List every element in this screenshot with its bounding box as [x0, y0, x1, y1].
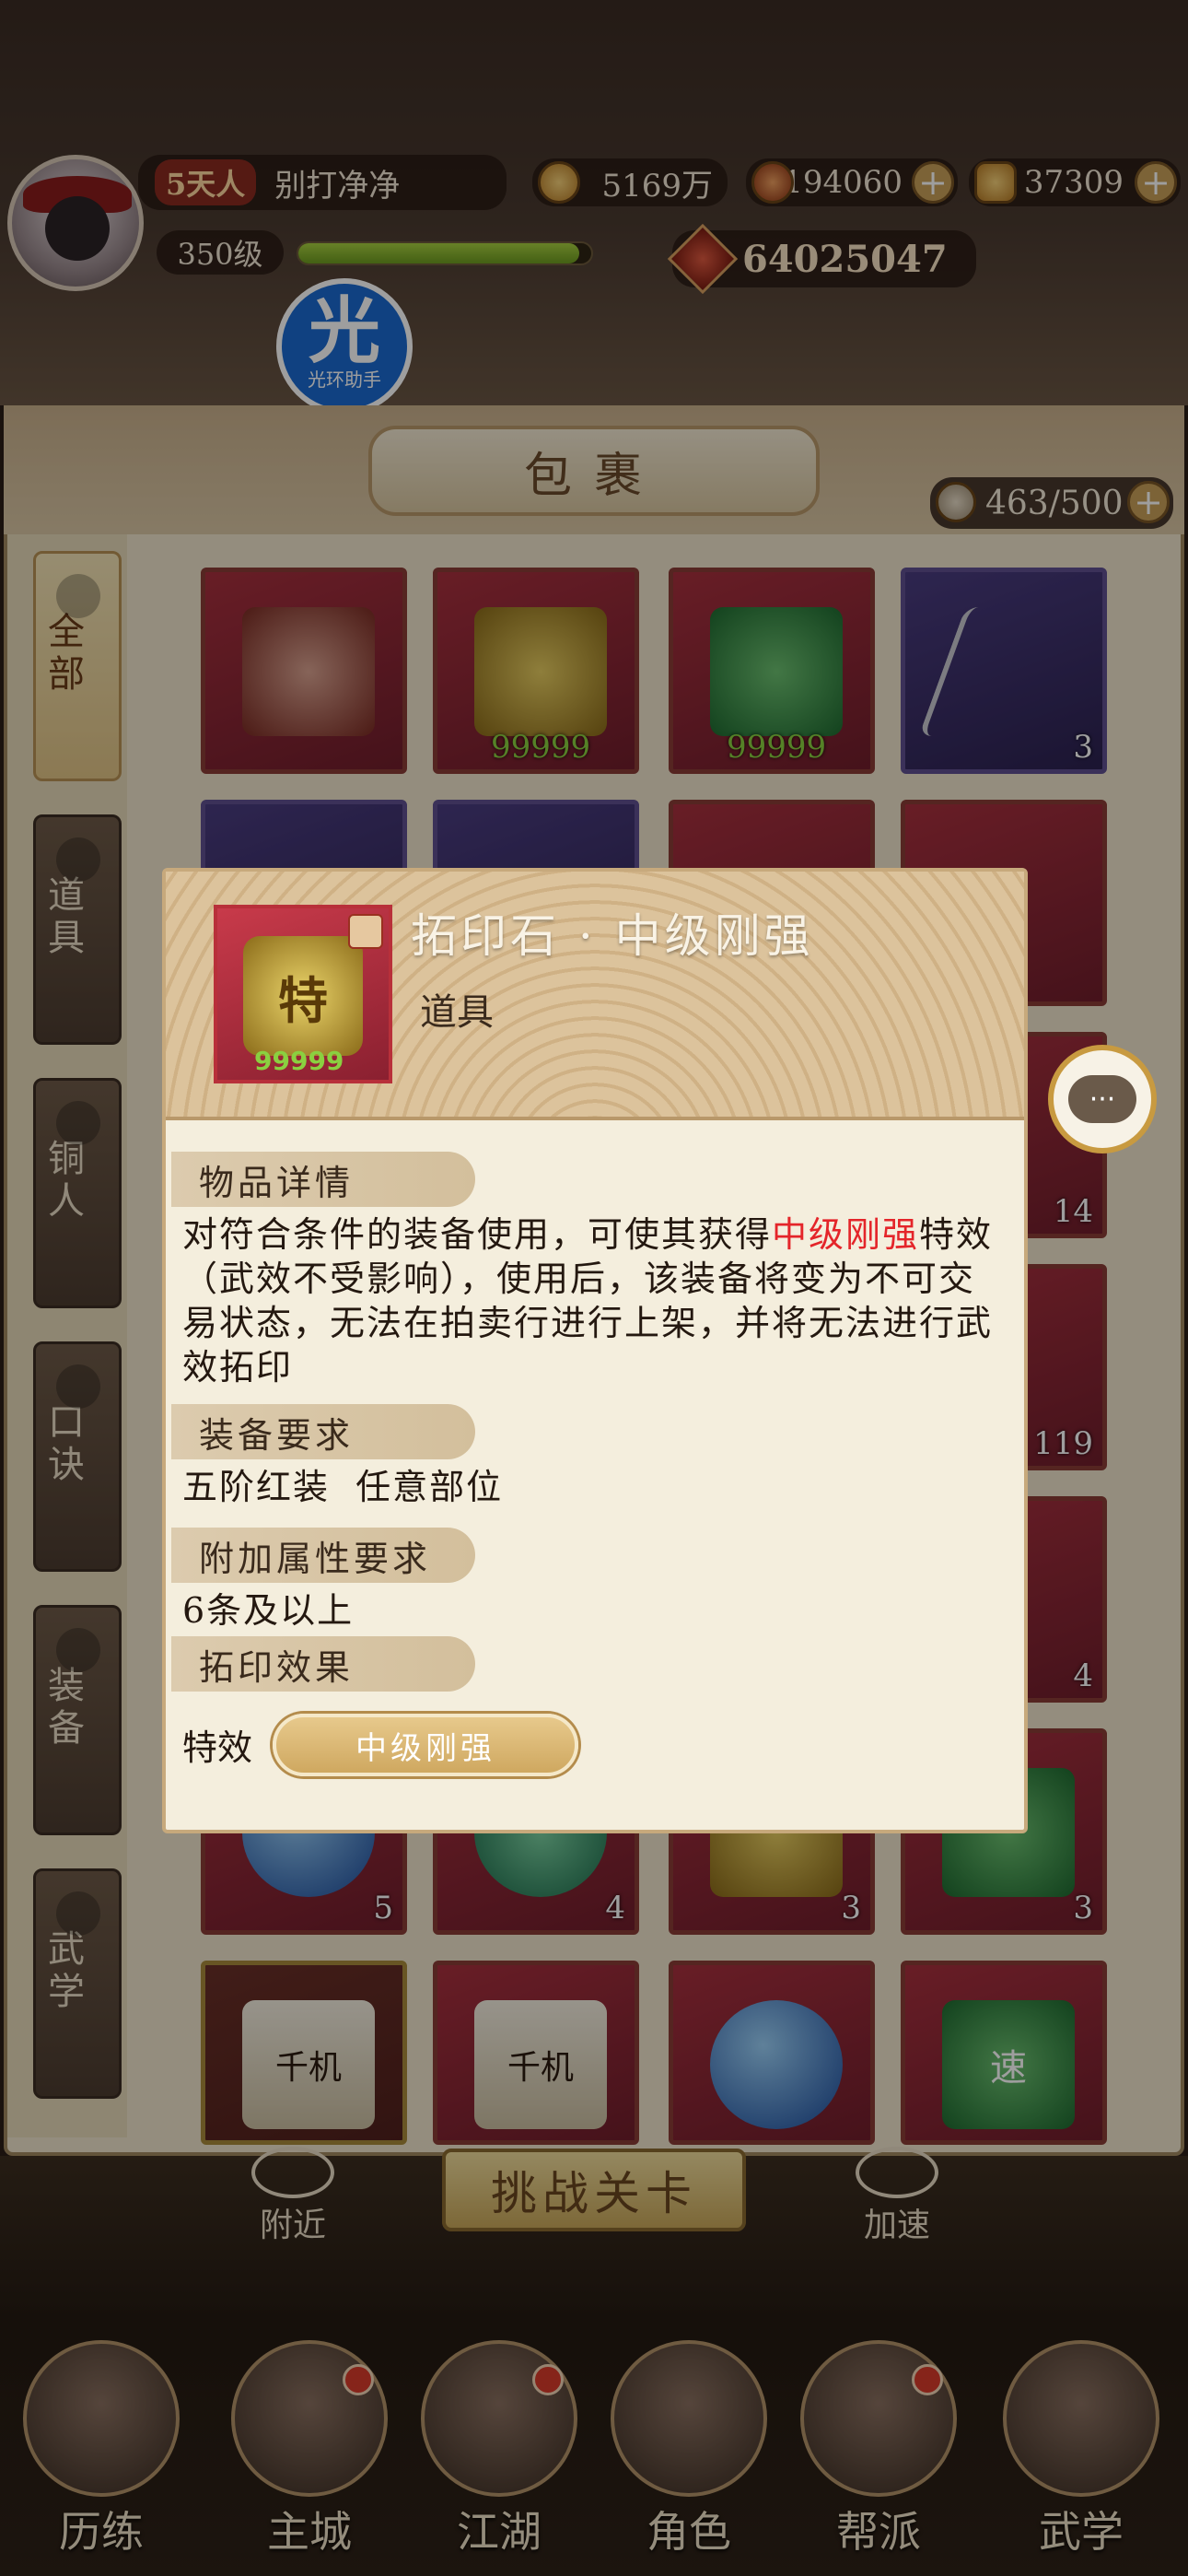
quality-mark-icon [348, 914, 383, 949]
effect-label: 特效 [182, 1727, 253, 1768]
section-attribute-requirement: 附加属性要求 [171, 1528, 475, 1583]
popup-item-icon: 特 99999 [214, 905, 392, 1083]
attribute-requirement-text: 6条及以上 [182, 1590, 355, 1631]
section-rubbing-effect: 拓印效果 [171, 1636, 475, 1692]
chat-button[interactable]: ··· [1048, 1045, 1157, 1153]
description-text: 对符合条件的装备使用，可使其获得 [182, 1214, 773, 1255]
effect-button[interactable]: 中级刚强 [273, 1714, 578, 1776]
chat-bubble-icon: ··· [1068, 1075, 1136, 1123]
equip-requirement-text: 五阶红装 任意部位 [182, 1467, 504, 1507]
section-equip-requirement: 装备要求 [171, 1404, 475, 1459]
section-item-details: 物品详情 [171, 1152, 475, 1207]
popup-item-type: 道具 [420, 991, 494, 1034]
popup-item-count: 99999 [254, 1046, 344, 1076]
popup-title: 拓印石 · 中级刚强 [411, 909, 814, 963]
description-highlight: 中级刚强 [772, 1214, 920, 1255]
special-stone-icon: 特 [243, 936, 363, 1056]
item-description: 对符合条件的装备使用，可使其获得中级刚强特效（武效不受影响），使用后，该装备将变… [182, 1212, 1002, 1389]
